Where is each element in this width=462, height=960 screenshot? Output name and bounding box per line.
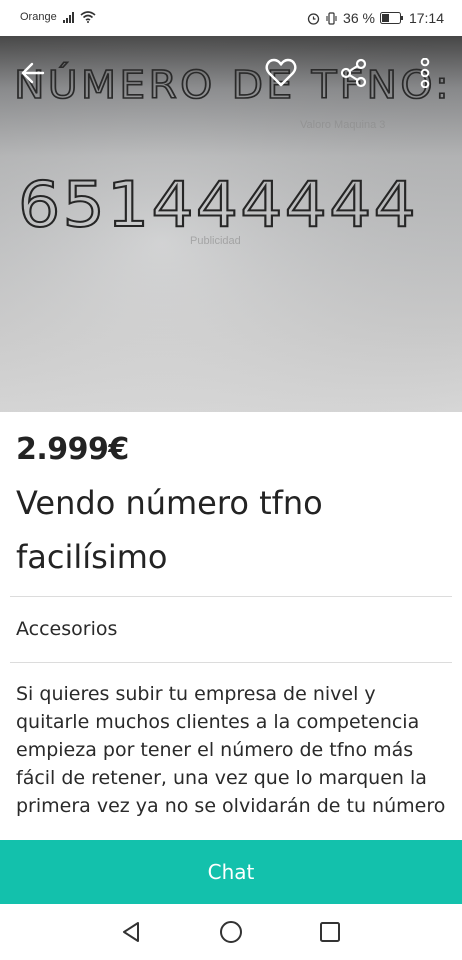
more-vertical-icon[interactable] (408, 56, 442, 90)
battery-icon (379, 12, 403, 24)
listing-category[interactable]: Accesorios (16, 618, 117, 640)
status-left: Orange (20, 11, 96, 23)
listing-price: 2.999€ (16, 432, 129, 467)
listing-title: Vendo número tfno facilísimo (16, 484, 323, 576)
back-triangle-icon[interactable] (118, 918, 146, 946)
listing-description: Si quieres subir tu empresa de nivel y q… (16, 683, 446, 817)
wifi-icon (80, 11, 96, 23)
carrier-label: Orange (20, 11, 57, 23)
chat-button[interactable]: Chat (0, 840, 462, 904)
divider (10, 596, 452, 597)
vibrate-icon (326, 11, 337, 25)
status-right: 36 % 17:14 (307, 10, 444, 26)
back-arrow-icon[interactable] (16, 56, 50, 90)
photo-toolbar (0, 36, 462, 108)
share-icon[interactable] (337, 56, 371, 90)
status-bar: Orange 36 % 17:14 (0, 0, 462, 36)
recents-square-icon[interactable] (316, 918, 344, 946)
signal-icon (62, 11, 74, 23)
alarm-icon (307, 12, 320, 25)
handwritten-number: 651444444 (18, 168, 418, 241)
home-circle-icon[interactable] (217, 918, 245, 946)
clock: 17:14 (408, 10, 444, 26)
system-nav-bar (0, 904, 462, 960)
heart-icon[interactable] (264, 56, 298, 90)
divider (10, 662, 452, 663)
faint-print-text-1: Valoro Maquina 3 (300, 119, 385, 131)
battery-percent: 36 % (343, 10, 375, 26)
